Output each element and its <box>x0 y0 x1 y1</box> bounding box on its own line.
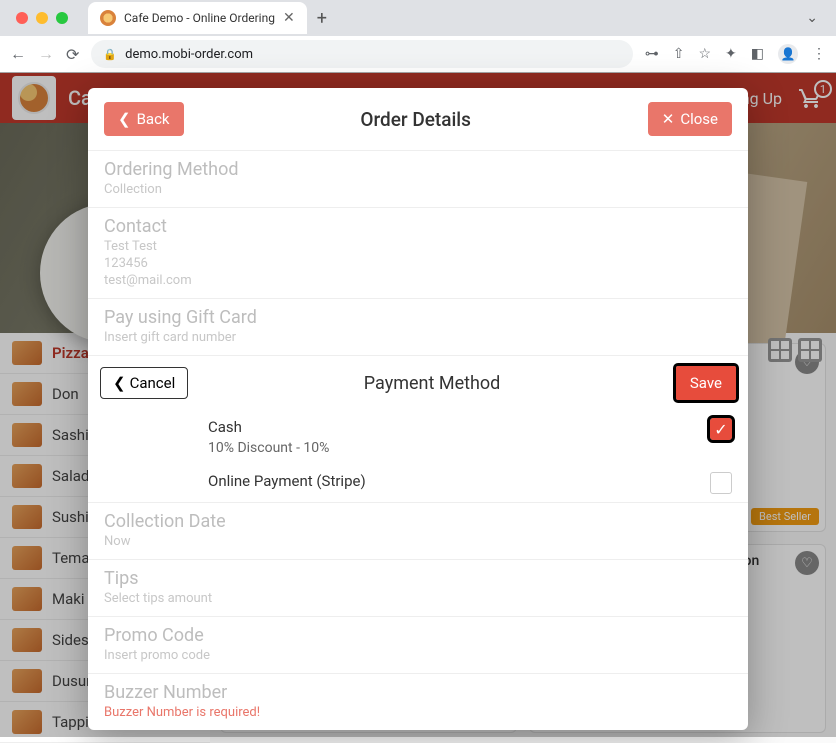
browser-tab[interactable]: Cafe Demo - Online Ordering ✕ <box>88 2 307 34</box>
profile-icon[interactable]: 👤 <box>778 44 798 64</box>
section-placeholder: Insert promo code <box>104 648 732 663</box>
cancel-button[interactable]: ❮ Cancel <box>100 367 188 399</box>
section-label: Tips <box>104 568 732 589</box>
tab-title: Cafe Demo - Online Ordering <box>124 11 275 25</box>
modal-title: Order Details <box>360 108 471 131</box>
browser-chrome: Cafe Demo - Online Ordering ✕ + ⌄ ← → ⟳ … <box>0 0 836 73</box>
back-nav-icon[interactable]: ← <box>10 44 26 64</box>
share-icon[interactable]: ⇧ <box>673 46 685 62</box>
section-label: Contact <box>104 216 732 237</box>
url-field[interactable]: 🔒 demo.mobi-order.com <box>91 40 632 68</box>
checkbox-checked-icon[interactable]: ✓ <box>710 418 732 440</box>
back-label: Back <box>137 110 170 128</box>
chevron-left-icon: ❮ <box>113 374 126 392</box>
tips-section[interactable]: Tips Select tips amount <box>88 559 748 616</box>
address-bar: ← → ⟳ 🔒 demo.mobi-order.com ⊶ ⇧ ☆ ✦ ◧ 👤 … <box>0 36 836 72</box>
order-details-modal: ❮ Back Order Details ✕ Close Ordering Me… <box>88 88 748 730</box>
key-icon[interactable]: ⊶ <box>645 46 659 62</box>
contact-name: Test Test <box>104 239 732 254</box>
modal-overlay: ❮ Back Order Details ✕ Close Ordering Me… <box>0 72 836 737</box>
cancel-label: Cancel <box>130 374 176 392</box>
close-label: Close <box>680 110 718 128</box>
panel-icon[interactable]: ◧ <box>751 46 764 62</box>
payment-method-header: ❮ Cancel Payment Method Save <box>88 355 748 410</box>
payment-title: Payment Method <box>364 373 501 394</box>
chevron-left-icon: ❮ <box>118 110 131 128</box>
payment-discount: 10% Discount - 10% <box>208 440 694 456</box>
section-value: Collection <box>104 182 732 197</box>
url-text: demo.mobi-order.com <box>125 47 253 62</box>
payment-option-stripe[interactable]: Online Payment (Stripe) <box>88 464 748 502</box>
tab-bar: Cafe Demo - Online Ordering ✕ + ⌄ <box>0 0 836 36</box>
lock-icon: 🔒 <box>103 48 117 61</box>
reload-icon[interactable]: ⟳ <box>66 45 79 64</box>
save-button[interactable]: Save <box>676 366 736 400</box>
contact-email: test@mail.com <box>104 273 732 288</box>
tabs-chevron-icon[interactable]: ⌄ <box>796 10 828 26</box>
section-error: Buzzer Number is required! <box>104 705 732 720</box>
close-window-icon[interactable] <box>16 12 28 24</box>
new-tab-button[interactable]: + <box>307 8 337 29</box>
payment-option-label: Online Payment (Stripe) <box>208 472 694 490</box>
minimize-window-icon[interactable] <box>36 12 48 24</box>
promo-code-section[interactable]: Promo Code Insert promo code <box>88 616 748 673</box>
section-label: Collection Date <box>104 511 732 532</box>
section-label: Promo Code <box>104 625 732 646</box>
section-value: Now <box>104 534 732 549</box>
forward-nav-icon[interactable]: → <box>38 44 54 64</box>
payment-option-cash[interactable]: Cash 10% Discount - 10% ✓ <box>88 410 748 464</box>
back-button[interactable]: ❮ Back <box>104 102 184 136</box>
modal-header: ❮ Back Order Details ✕ Close <box>88 88 748 150</box>
section-label: Pay using Gift Card <box>104 307 732 328</box>
payment-option-label: Cash <box>208 418 694 436</box>
favicon-icon <box>100 10 116 26</box>
ordering-method-section[interactable]: Ordering Method Collection <box>88 150 748 207</box>
contact-section[interactable]: Contact Test Test 123456 test@mail.com <box>88 207 748 298</box>
bookmark-icon[interactable]: ☆ <box>698 46 711 62</box>
contact-phone: 123456 <box>104 256 732 271</box>
collection-date-section[interactable]: Collection Date Now <box>88 502 748 559</box>
section-placeholder: Select tips amount <box>104 591 732 606</box>
close-icon: ✕ <box>662 110 675 128</box>
buzzer-number-section[interactable]: Buzzer Number Buzzer Number is required! <box>88 673 748 730</box>
section-label: Ordering Method <box>104 159 732 180</box>
window-controls <box>8 12 76 24</box>
section-label: Buzzer Number <box>104 682 732 703</box>
tab-close-icon[interactable]: ✕ <box>283 10 295 26</box>
close-button[interactable]: ✕ Close <box>648 102 732 136</box>
section-placeholder: Insert gift card number <box>104 330 732 345</box>
extensions-icon[interactable]: ✦ <box>725 46 737 62</box>
chrome-actions: ⊶ ⇧ ☆ ✦ ◧ 👤 ⋮ <box>645 44 826 64</box>
menu-icon[interactable]: ⋮ <box>812 46 826 62</box>
maximize-window-icon[interactable] <box>56 12 68 24</box>
gift-card-section[interactable]: Pay using Gift Card Insert gift card num… <box>88 298 748 355</box>
checkbox-unchecked-icon[interactable] <box>710 472 732 494</box>
